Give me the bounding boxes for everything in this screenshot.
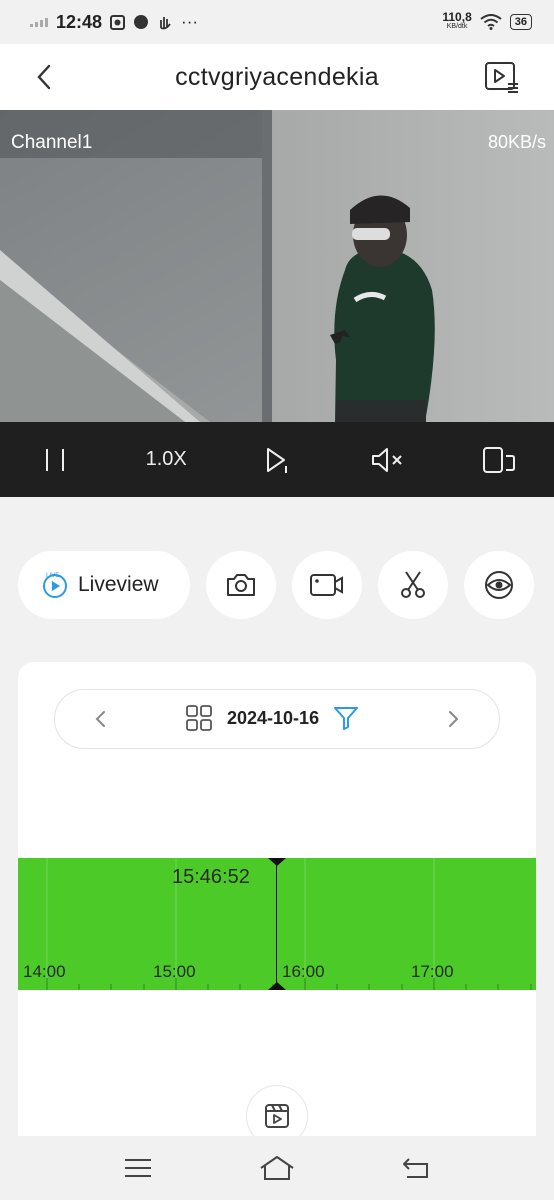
rotate-screen-icon <box>482 446 515 473</box>
tick-label: 15:00 <box>153 962 196 981</box>
tick-label: 16:00 <box>282 962 325 981</box>
gallery-icon <box>110 14 126 30</box>
video-player[interactable]: Channel1 80KB/s <box>0 110 554 422</box>
status-bar: 12:48 ··· 110,8 KB/dtk 36 <box>0 0 554 44</box>
selected-date[interactable]: 2024-10-16 <box>227 708 319 729</box>
page-title: cctvgriyacendekia <box>175 62 379 91</box>
scissors-icon <box>401 571 425 598</box>
chevron-right-icon[interactable] <box>443 706 463 732</box>
timeline-scale <box>46 858 532 990</box>
timeline-cursor[interactable] <box>276 858 277 990</box>
record-icon <box>310 574 343 596</box>
network-speed: 110,8 KB/dtk <box>442 10 472 30</box>
camera-icon <box>227 574 255 596</box>
svg-text:LIVE: LIVE <box>46 572 59 579</box>
tick-label: 17:00 <box>411 962 454 981</box>
tick-label: 14:00 <box>23 962 66 981</box>
more-notifications: ··· <box>181 12 199 31</box>
channel-label: Channel1 <box>11 132 93 153</box>
pause-button[interactable] <box>25 438 85 482</box>
pause-icon <box>46 448 65 471</box>
chevron-left-icon[interactable] <box>30 62 60 92</box>
live-icon: LIVE <box>43 572 67 598</box>
record-button[interactable] <box>292 551 362 619</box>
clock: 12:48 <box>56 11 103 32</box>
date-selector: 2024-10-16 <box>54 689 500 749</box>
play-step-icon <box>266 447 287 473</box>
mute-icon <box>371 447 402 472</box>
rotate-screen-button[interactable] <box>469 438 529 482</box>
current-time: 15:46:52 <box>172 866 250 888</box>
step-forward-button[interactable] <box>247 438 307 482</box>
playlist-icon[interactable] <box>484 60 520 94</box>
home-icon[interactable] <box>258 1155 296 1181</box>
video-clip-icon <box>265 1104 289 1128</box>
compass-icon <box>134 15 149 29</box>
bitrate-label: 80KB/s <box>487 132 546 152</box>
eye-icon <box>485 571 513 599</box>
battery-indicator: 36 <box>509 14 532 30</box>
filter-icon[interactable] <box>333 705 359 731</box>
snapshot-button[interactable] <box>206 551 276 619</box>
signal-icon <box>30 18 48 27</box>
timeline[interactable]: 15:46:52 14:00 15:00 16:00 17:00 <box>18 858 536 990</box>
fisheye-button[interactable] <box>464 551 534 619</box>
wifi-icon <box>480 14 502 30</box>
action-bar: LIVE Liveview <box>18 550 538 620</box>
mute-button[interactable] <box>358 438 418 482</box>
back-icon[interactable] <box>401 1156 431 1180</box>
menu-icon[interactable] <box>123 1157 153 1179</box>
system-nav-bar <box>0 1136 554 1200</box>
liveview-label: Liveview <box>78 573 159 596</box>
speed-button[interactable]: 1.0X <box>136 438 196 482</box>
app-header: cctvgriyacendekia <box>0 44 554 110</box>
player-controls: 1.0X <box>0 422 554 497</box>
clip-button[interactable] <box>378 551 448 619</box>
liveview-button[interactable]: LIVE Liveview <box>18 551 190 619</box>
camera-feed <box>0 110 554 422</box>
chevron-left-icon[interactable] <box>91 706 111 732</box>
hand-icon <box>160 17 171 30</box>
grid-icon[interactable] <box>185 704 213 732</box>
